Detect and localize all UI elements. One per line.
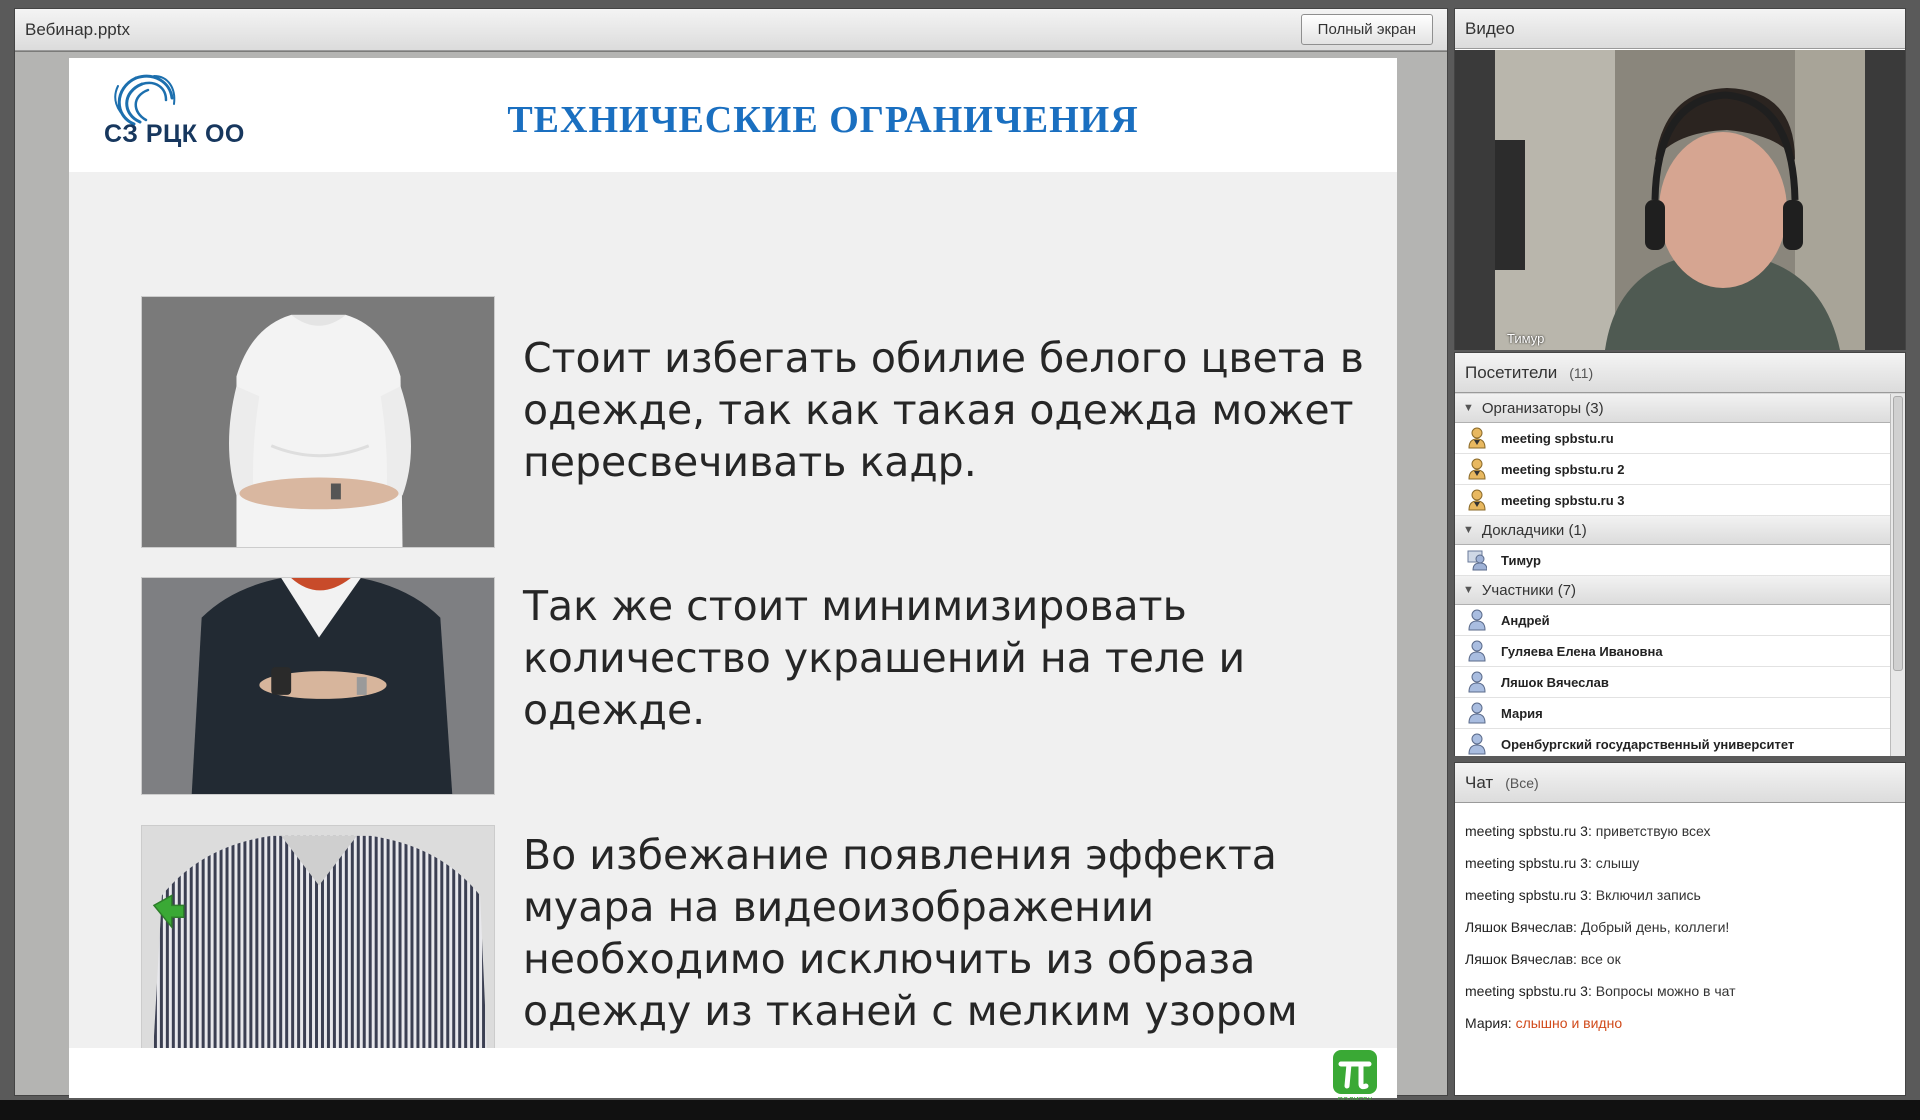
video-speaker-name: Тимур	[1507, 331, 1545, 346]
participant-user-icon	[1468, 640, 1486, 662]
chat-pod-header: Чат (Все)	[1455, 763, 1905, 803]
expand-triangle-icon[interactable]: ▼	[1463, 584, 1474, 596]
attendee-row[interactable]: Тимур	[1455, 545, 1891, 576]
group-label: Организаторы (3)	[1481, 399, 1604, 417]
presentation-slide: СЗ РЦК ОО ТЕХНИЧЕСКИЕ ОГРАНИЧЕНИЯ Стоит …	[69, 58, 1397, 1104]
chat-scope[interactable]: (Все)	[1505, 775, 1538, 791]
host-user-icon	[1468, 458, 1486, 480]
group-label: Участники (7)	[1481, 581, 1577, 599]
expand-triangle-icon[interactable]: ▼	[1463, 524, 1474, 536]
chat-message: Ляшок Вячеслав: Добрый день, коллеги!	[1465, 919, 1730, 935]
group-label: Докладчики (1)	[1481, 521, 1587, 539]
chat-author: meeting spbstu.ru 3	[1465, 887, 1588, 903]
attendee-row[interactable]: Андрей	[1455, 605, 1891, 636]
share-pod-title: Вебинар.pptx	[25, 19, 130, 39]
attendees-pod-title: Посетители	[1465, 362, 1558, 382]
chat-text: Включил запись	[1595, 887, 1701, 903]
white-blouse-photo	[141, 296, 495, 548]
chat-text: слышу	[1595, 855, 1640, 871]
scrollbar-thumb[interactable]	[1893, 396, 1903, 671]
slide-paragraph-moire: Во избежание появления эффекта муара на …	[523, 831, 1298, 1035]
attendees-count: (11)	[1569, 364, 1594, 381]
slide-paragraph-jewelry: Так же стоит минимизировать количество у…	[523, 582, 1246, 734]
group-participants[interactable]: ▼ Участники (7)	[1455, 576, 1891, 605]
attendee-row[interactable]: meeting spbstu.ru 3	[1455, 485, 1891, 516]
dark-jacket-photo	[141, 577, 495, 795]
attendee-name: meeting spbstu.ru 3	[1501, 492, 1625, 508]
attendee-row[interactable]: Оренбургский государственный университет	[1455, 729, 1891, 756]
chat-author: meeting spbstu.ru 3	[1465, 983, 1588, 999]
host-user-icon	[1468, 489, 1486, 511]
attendee-name: meeting spbstu.ru	[1501, 430, 1614, 446]
attendee-name: Гуляева Елена Ивановна	[1501, 643, 1663, 659]
slide-header: СЗ РЦК ОО ТЕХНИЧЕСКИЕ ОГРАНИЧЕНИЯ	[69, 58, 1397, 172]
video-pod-title: Видео	[1465, 18, 1515, 38]
attendee-row[interactable]: meeting spbstu.ru	[1455, 423, 1891, 454]
fullscreen-button[interactable]: Полный экран	[1300, 14, 1433, 45]
chat-message: Ляшок Вячеслав: все ок	[1465, 951, 1621, 967]
share-pod: Вебинар.pptx Полный экран СЗ РЦК ОО ТЕХН…	[14, 8, 1448, 1104]
slide-content: Стоит избегать обилие белого цвета в оде…	[69, 172, 1397, 1074]
video-pod: Видео Тимур	[1454, 8, 1906, 350]
video-area[interactable]: Тимур	[1455, 50, 1905, 350]
chat-author: meeting spbstu.ru 3	[1465, 855, 1588, 871]
participant-user-icon	[1468, 609, 1486, 631]
chat-pod-title: Чат	[1465, 772, 1494, 792]
bottom-strip	[0, 1100, 1920, 1120]
striped-shirt-photo	[141, 825, 495, 1074]
attendee-name: Ляшок Вячеслав	[1501, 674, 1609, 690]
attendee-name: meeting spbstu.ru 2	[1501, 461, 1625, 477]
attendee-name: Оренбургский государственный университет	[1501, 736, 1795, 752]
chat-message: meeting spbstu.ru 3: слышу	[1465, 855, 1640, 871]
attendee-name: Тимур	[1501, 552, 1541, 568]
chat-text: Вопросы можно в чат	[1595, 983, 1736, 999]
slide-footer: ПОЛИТЕХ	[69, 1048, 1397, 1104]
participant-user-icon	[1468, 702, 1486, 724]
slide-paragraph-white-clothing: Стоит избегать обилие белого цвета в оде…	[523, 334, 1364, 486]
attendees-pod: Посетители (11) ▼ Организаторы (3) meeti…	[1454, 352, 1906, 756]
chat-text: слышно и видно	[1515, 1015, 1623, 1031]
share-pod-header: Вебинар.pptx Полный экран	[15, 9, 1447, 51]
chat-author: Ляшок Вячеслав	[1465, 919, 1574, 935]
chat-message: meeting spbstu.ru 3: Вопросы можно в чат	[1465, 983, 1736, 999]
presenter-user-icon	[1467, 550, 1487, 571]
chat-text: Добрый день, коллеги!	[1580, 919, 1730, 935]
chat-author: Ляшок Вячеслав	[1465, 951, 1574, 967]
attendee-row[interactable]: Гуляева Елена Ивановна	[1455, 636, 1891, 667]
attendee-list: ▼ Организаторы (3) meeting spbstu.ru mee…	[1455, 394, 1891, 756]
chat-pod: Чат (Все) meeting spbstu.ru 3: приветств…	[1454, 762, 1906, 1096]
group-hosts[interactable]: ▼ Организаторы (3)	[1455, 394, 1891, 423]
chat-author: meeting spbstu.ru 3	[1465, 823, 1588, 839]
attendee-name: Андрей	[1501, 612, 1550, 628]
share-body: СЗ РЦК ОО ТЕХНИЧЕСКИЕ ОГРАНИЧЕНИЯ Стоит …	[15, 52, 1447, 1104]
attendee-name: Мария	[1501, 705, 1543, 721]
chat-message: Мария: слышно и видно	[1465, 1015, 1623, 1031]
group-presenters[interactable]: ▼ Докладчики (1)	[1455, 516, 1891, 545]
chat-text: приветствую всех	[1595, 823, 1711, 839]
attendee-row[interactable]: Ляшок Вячеслав	[1455, 667, 1891, 698]
chat-messages: meeting spbstu.ru 3: приветствую всех me…	[1455, 803, 1905, 1051]
host-user-icon	[1468, 427, 1486, 449]
webcam-video-feed	[1495, 50, 1865, 350]
chat-text: все ок	[1580, 951, 1621, 967]
chat-message: meeting spbstu.ru 3: Включил запись	[1465, 887, 1701, 903]
chat-message: meeting spbstu.ru 3: приветствую всех	[1465, 823, 1711, 839]
polytech-pi-logo-icon: ПОЛИТЕХ	[1333, 1050, 1377, 1104]
attendees-pod-header: Посетители (11)	[1455, 353, 1905, 393]
participant-user-icon	[1468, 733, 1486, 755]
participant-user-icon	[1468, 671, 1486, 693]
expand-triangle-icon[interactable]: ▼	[1463, 402, 1474, 414]
chat-author: Мария	[1465, 1015, 1508, 1031]
slide-title: ТЕХНИЧЕСКИЕ ОГРАНИЧЕНИЯ	[507, 99, 1139, 141]
attendee-list-scrollbar[interactable]	[1890, 394, 1905, 756]
attendee-row[interactable]: meeting spbstu.ru 2	[1455, 454, 1891, 485]
video-pod-header: Видео	[1455, 9, 1905, 49]
attendee-row[interactable]: Мария	[1455, 698, 1891, 729]
